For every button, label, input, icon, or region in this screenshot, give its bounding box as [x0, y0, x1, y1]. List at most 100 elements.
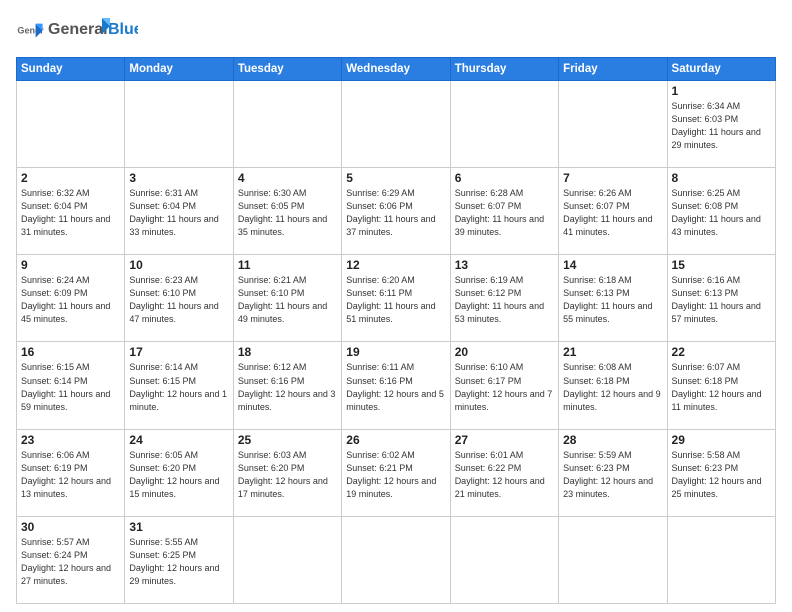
day-info: Sunrise: 6:29 AMSunset: 6:06 PMDaylight:… — [346, 187, 445, 239]
table-row — [342, 81, 450, 168]
day-number: 7 — [563, 171, 662, 185]
table-row: 30Sunrise: 5:57 AMSunset: 6:24 PMDayligh… — [17, 516, 125, 603]
day-info: Sunrise: 6:06 AMSunset: 6:19 PMDaylight:… — [21, 449, 120, 501]
day-info: Sunrise: 6:32 AMSunset: 6:04 PMDaylight:… — [21, 187, 120, 239]
table-row: 27 Sunrise: 6:01 AMSunset: 6:22 PMDayligh… — [450, 429, 558, 516]
calendar-header-row: Sunday Monday Tuesday Wednesday Thursday… — [17, 58, 776, 81]
day-number: 11 — [238, 258, 337, 272]
day-info: Sunrise: 6:24 AMSunset: 6:09 PMDaylight:… — [21, 274, 120, 326]
day-info: Sunrise: 6:05 AMSunset: 6:20 PMDaylight:… — [129, 449, 228, 501]
day-number: 30 — [21, 520, 120, 534]
col-friday: Friday — [559, 58, 667, 81]
table-row: 6Sunrise: 6:28 AMSunset: 6:07 PMDaylight… — [450, 168, 558, 255]
table-row — [450, 516, 558, 603]
day-info: Sunrise: 6:31 AMSunset: 6:04 PMDaylight:… — [129, 187, 228, 239]
logo-text: General Blue — [48, 12, 138, 51]
day-info: Sunrise: 5:59 AMSunset: 6:23 PMDaylight:… — [563, 449, 662, 501]
col-sunday: Sunday — [17, 58, 125, 81]
day-number: 18 — [238, 345, 337, 359]
logo: General General Blue — [16, 12, 138, 51]
day-info: Sunrise: 6:14 AMSunset: 6:15 PMDaylight:… — [129, 361, 228, 413]
table-row: 18 Sunrise: 6:12 AMSunset: 6:16 PMDayligh… — [233, 342, 341, 429]
table-row: 16 Sunrise: 6:15 AMSunset: 6:14 PMDayligh… — [17, 342, 125, 429]
day-number: 19 — [346, 345, 445, 359]
table-row: 14 Sunrise: 6:18 AMSunset: 6:13 PMDayligh… — [559, 255, 667, 342]
table-row: 28 Sunrise: 5:59 AMSunset: 6:23 PMDayligh… — [559, 429, 667, 516]
col-thursday: Thursday — [450, 58, 558, 81]
day-info: Sunrise: 6:07 AMSunset: 6:18 PMDaylight:… — [672, 361, 771, 413]
day-number: 16 — [21, 345, 120, 359]
day-info: Sunrise: 6:19 AMSunset: 6:12 PMDaylight:… — [455, 274, 554, 326]
table-row: 20 Sunrise: 6:10 AMSunset: 6:17 PMDayligh… — [450, 342, 558, 429]
day-number: 28 — [563, 433, 662, 447]
day-number: 20 — [455, 345, 554, 359]
col-wednesday: Wednesday — [342, 58, 450, 81]
table-row: 29Sunrise: 5:58 AMSunset: 6:23 PMDayligh… — [667, 429, 775, 516]
day-number: 26 — [346, 433, 445, 447]
day-info: Sunrise: 6:01 AMSunset: 6:22 PMDaylight:… — [455, 449, 554, 501]
day-number: 23 — [21, 433, 120, 447]
day-number: 27 — [455, 433, 554, 447]
table-row: 7 Sunrise: 6:26 AMSunset: 6:07 PMDaylight… — [559, 168, 667, 255]
day-number: 24 — [129, 433, 228, 447]
table-row: 25 Sunrise: 6:03 AMSunset: 6:20 PMDayligh… — [233, 429, 341, 516]
table-row: 2 Sunrise: 6:32 AMSunset: 6:04 PMDaylight… — [17, 168, 125, 255]
table-row — [125, 81, 233, 168]
day-info: Sunrise: 6:12 AMSunset: 6:16 PMDaylight:… — [238, 361, 337, 413]
day-info: Sunrise: 6:26 AMSunset: 6:07 PMDaylight:… — [563, 187, 662, 239]
day-info: Sunrise: 6:03 AMSunset: 6:20 PMDaylight:… — [238, 449, 337, 501]
table-row: 9 Sunrise: 6:24 AMSunset: 6:09 PMDaylight… — [17, 255, 125, 342]
table-row: 24 Sunrise: 6:05 AMSunset: 6:20 PMDayligh… — [125, 429, 233, 516]
day-number: 9 — [21, 258, 120, 272]
table-row: 1 Sunrise: 6:34 AMSunset: 6:03 PMDaylight… — [667, 81, 775, 168]
table-row: 12 Sunrise: 6:20 AMSunset: 6:11 PMDayligh… — [342, 255, 450, 342]
day-info: Sunrise: 6:02 AMSunset: 6:21 PMDaylight:… — [346, 449, 445, 501]
day-info: Sunrise: 6:20 AMSunset: 6:11 PMDaylight:… — [346, 274, 445, 326]
day-number: 25 — [238, 433, 337, 447]
table-row: 23 Sunrise: 6:06 AMSunset: 6:19 PMDayligh… — [17, 429, 125, 516]
table-row — [450, 81, 558, 168]
calendar-table: Sunday Monday Tuesday Wednesday Thursday… — [16, 57, 776, 604]
day-number: 2 — [21, 171, 120, 185]
day-info: Sunrise: 6:15 AMSunset: 6:14 PMDaylight:… — [21, 361, 120, 413]
day-info: Sunrise: 6:16 AMSunset: 6:13 PMDaylight:… — [672, 274, 771, 326]
day-number: 14 — [563, 258, 662, 272]
day-number: 15 — [672, 258, 771, 272]
table-row: 10Sunrise: 6:23 AMSunset: 6:10 PMDayligh… — [125, 255, 233, 342]
day-number: 13 — [455, 258, 554, 272]
table-row: 17 Sunrise: 6:14 AMSunset: 6:15 PMDayligh… — [125, 342, 233, 429]
day-info: Sunrise: 6:25 AMSunset: 6:08 PMDaylight:… — [672, 187, 771, 239]
day-number: 5 — [346, 171, 445, 185]
table-row — [342, 516, 450, 603]
table-row — [17, 81, 125, 168]
day-number: 4 — [238, 171, 337, 185]
table-row: 13 Sunrise: 6:19 AMSunset: 6:12 PMDayligh… — [450, 255, 558, 342]
table-row — [233, 516, 341, 603]
day-number: 31 — [129, 520, 228, 534]
table-row: 15 Sunrise: 6:16 AMSunset: 6:13 PMDayligh… — [667, 255, 775, 342]
day-info: Sunrise: 5:55 AMSunset: 6:25 PMDaylight:… — [129, 536, 228, 588]
page: General General Blue — [0, 0, 792, 612]
table-row: 31 Sunrise: 5:55 AMSunset: 6:25 PMDayligh… — [125, 516, 233, 603]
day-number: 8 — [672, 171, 771, 185]
day-number: 17 — [129, 345, 228, 359]
table-row: 3 Sunrise: 6:31 AMSunset: 6:04 PMDaylight… — [125, 168, 233, 255]
day-number: 6 — [455, 171, 554, 185]
day-number: 12 — [346, 258, 445, 272]
day-info: Sunrise: 6:18 AMSunset: 6:13 PMDaylight:… — [563, 274, 662, 326]
header: General General Blue — [16, 12, 776, 51]
svg-text:Blue: Blue — [108, 21, 138, 38]
col-tuesday: Tuesday — [233, 58, 341, 81]
svg-text:General: General — [48, 21, 108, 38]
day-number: 29 — [672, 433, 771, 447]
day-number: 10 — [129, 258, 228, 272]
table-row: 8 Sunrise: 6:25 AMSunset: 6:08 PMDaylight… — [667, 168, 775, 255]
day-number: 1 — [672, 84, 771, 98]
day-info: Sunrise: 6:30 AMSunset: 6:05 PMDaylight:… — [238, 187, 337, 239]
day-info: Sunrise: 6:10 AMSunset: 6:17 PMDaylight:… — [455, 361, 554, 413]
day-info: Sunrise: 6:34 AMSunset: 6:03 PMDaylight:… — [672, 100, 771, 152]
table-row — [559, 516, 667, 603]
table-row: 5 Sunrise: 6:29 AMSunset: 6:06 PMDaylight… — [342, 168, 450, 255]
col-saturday: Saturday — [667, 58, 775, 81]
day-number: 3 — [129, 171, 228, 185]
